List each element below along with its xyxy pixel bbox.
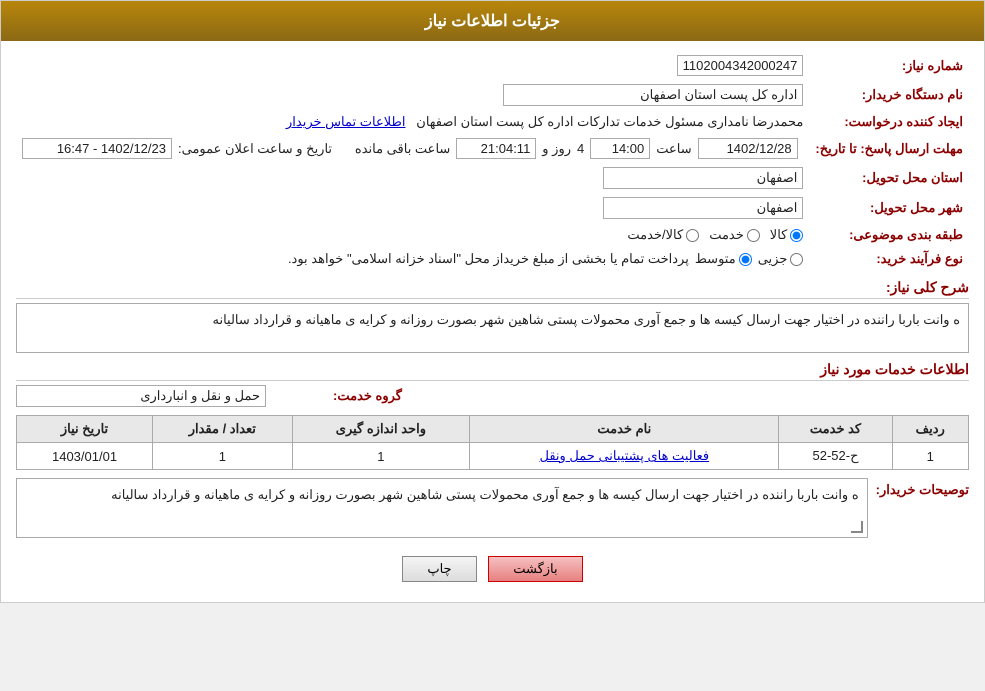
- process-note: پرداخت تمام یا بخشی از مبلغ خریداز محل "…: [288, 251, 689, 267]
- cell-qty: 1: [153, 443, 293, 470]
- buyer-org-box: اداره کل پست استان اصفهان: [503, 84, 803, 106]
- cell-unit: 1: [292, 443, 470, 470]
- need-summary-box: ه وانت باربا راننده در اختیار جهت ارسال …: [16, 303, 969, 353]
- col-radif: ردیف: [892, 416, 968, 443]
- info-table: شماره نیاز: 1102004342000247 نام دستگاه …: [16, 51, 969, 271]
- services-title: اطلاعات خدمات مورد نیاز: [16, 361, 969, 381]
- creator-value: محمدرضا نامداری مسئول خدمات تدارکات ادار…: [16, 110, 809, 134]
- remaining-days-value: 4: [577, 141, 584, 156]
- services-section: اطلاعات خدمات مورد نیاز گروه خدمت: حمل و…: [16, 361, 969, 470]
- category-option-kala[interactable]: کالا: [770, 227, 804, 243]
- category-row: طبقه بندی موضوعی: کالا خدمت کالا/خدمت: [16, 223, 969, 247]
- remaining-label: ساعت باقی مانده: [355, 141, 450, 157]
- process-row: نوع فرآیند خرید: جزیی متوسط پرداخت تمام …: [16, 247, 969, 271]
- process-option-jozi[interactable]: جزیی: [758, 251, 804, 267]
- creator-row: ایجاد کننده درخواست: محمدرضا نامداری مسئ…: [16, 110, 969, 134]
- city-label: شهر محل تحویل:: [809, 193, 969, 223]
- city-box: اصفهان: [603, 197, 803, 219]
- need-number-row: شماره نیاز: 1102004342000247: [16, 51, 969, 80]
- dates-row: مهلت ارسال پاسخ: تا تاریخ: 1402/12/28 سا…: [16, 134, 969, 163]
- city-row: شهر محل تحویل: اصفهان: [16, 193, 969, 223]
- need-number-box: 1102004342000247: [677, 55, 804, 76]
- process-option-motavasset[interactable]: متوسط: [695, 251, 752, 267]
- send-time-label: ساعت: [656, 141, 691, 157]
- page-header: جزئیات اطلاعات نیاز: [1, 1, 984, 41]
- send-date-box: 1402/12/28: [698, 138, 798, 159]
- category-label: طبقه بندی موضوعی:: [809, 223, 969, 247]
- service-group-row: گروه خدمت: حمل و نقل و انبارداری: [16, 385, 969, 407]
- col-code: کد خدمت: [779, 416, 892, 443]
- main-content: شماره نیاز: 1102004342000247 نام دستگاه …: [1, 41, 984, 602]
- date-value-box: 1402/12/23 - 16:47: [22, 138, 172, 159]
- buyer-org-value: اداره کل پست استان اصفهان: [16, 80, 809, 110]
- remaining-time-box: 21:04:11: [456, 138, 536, 159]
- services-table: ردیف کد خدمت نام خدمت واحد اندازه گیری ت…: [16, 415, 969, 470]
- send-date-label: مهلت ارسال پاسخ: تا تاریخ:: [809, 134, 969, 163]
- creator-contact-link[interactable]: اطلاعات تماس خریدار: [286, 114, 405, 129]
- col-name: نام خدمت: [470, 416, 779, 443]
- process-content: جزیی متوسط پرداخت تمام یا بخشی از مبلغ خ…: [22, 251, 803, 267]
- service-group-label: گروه خدمت:: [272, 388, 402, 404]
- buyer-org-label: نام دستگاه خریدار:: [809, 80, 969, 110]
- col-unit: واحد اندازه گیری: [292, 416, 470, 443]
- page-wrapper: جزئیات اطلاعات نیاز شماره نیاز: 11020043…: [0, 0, 985, 603]
- services-table-head: ردیف کد خدمت نام خدمت واحد اندازه گیری ت…: [17, 416, 969, 443]
- send-time-box: 14:00: [590, 138, 650, 159]
- col-date: تاریخ نیاز: [17, 416, 153, 443]
- page-title: جزئیات اطلاعات نیاز: [425, 13, 560, 30]
- back-button[interactable]: بازگشت: [488, 556, 582, 582]
- dates-row-content: 1402/12/28 ساعت 14:00 4 روز و 21:04:11 س…: [16, 134, 809, 163]
- category-option-kala-khedmat[interactable]: کالا/خدمت: [627, 227, 699, 243]
- buyer-org-row: نام دستگاه خریدار: اداره کل پست استان اص…: [16, 80, 969, 110]
- creator-label: ایجاد کننده درخواست:: [809, 110, 969, 134]
- buyer-notes-label: توصیحات خریدار:: [876, 478, 969, 498]
- services-table-header-row: ردیف کد خدمت نام خدمت واحد اندازه گیری ت…: [17, 416, 969, 443]
- process-label: نوع فرآیند خرید:: [809, 247, 969, 271]
- table-row: 1 ح-52-52 فعالیت های پشتیبانی حمل ونقل 1…: [17, 443, 969, 470]
- buyer-notes-box: ه وانت باربا راننده در اختیار جهت ارسال …: [16, 478, 868, 538]
- creator-name: محمدرضا نامداری مسئول خدمات تدارکات ادار…: [416, 114, 803, 129]
- service-group-box: حمل و نقل و انبارداری: [16, 385, 266, 407]
- province-row: استان محل تحویل: اصفهان: [16, 163, 969, 193]
- need-number-label: شماره نیاز:: [809, 51, 969, 80]
- buyer-notes-section: توصیحات خریدار: ه وانت باربا راننده در ا…: [16, 478, 969, 538]
- print-button[interactable]: چاپ: [402, 556, 476, 582]
- category-radio-group: کالا خدمت کالا/خدمت: [22, 227, 803, 243]
- date-label: تاریخ و ساعت اعلان عمومی:: [178, 141, 332, 157]
- services-table-body: 1 ح-52-52 فعالیت های پشتیبانی حمل ونقل 1…: [17, 443, 969, 470]
- cell-code: ح-52-52: [779, 443, 892, 470]
- col-qty: تعداد / مقدار: [153, 416, 293, 443]
- cell-date: 1403/01/01: [17, 443, 153, 470]
- province-box: اصفهان: [603, 167, 803, 189]
- cell-radif: 1: [892, 443, 968, 470]
- category-option-khedmat[interactable]: خدمت: [709, 227, 760, 243]
- province-label: استان محل تحویل:: [809, 163, 969, 193]
- need-summary-section: شرح کلی نیاز: ه وانت باربا راننده در اخت…: [16, 279, 969, 353]
- buttons-row: بازگشت چاپ: [16, 544, 969, 592]
- need-number-value: 1102004342000247: [16, 51, 809, 80]
- need-summary-title: شرح کلی نیاز:: [16, 279, 969, 299]
- cell-name[interactable]: فعالیت های پشتیبانی حمل ونقل: [470, 443, 779, 470]
- remaining-days-label: روز و: [542, 141, 571, 157]
